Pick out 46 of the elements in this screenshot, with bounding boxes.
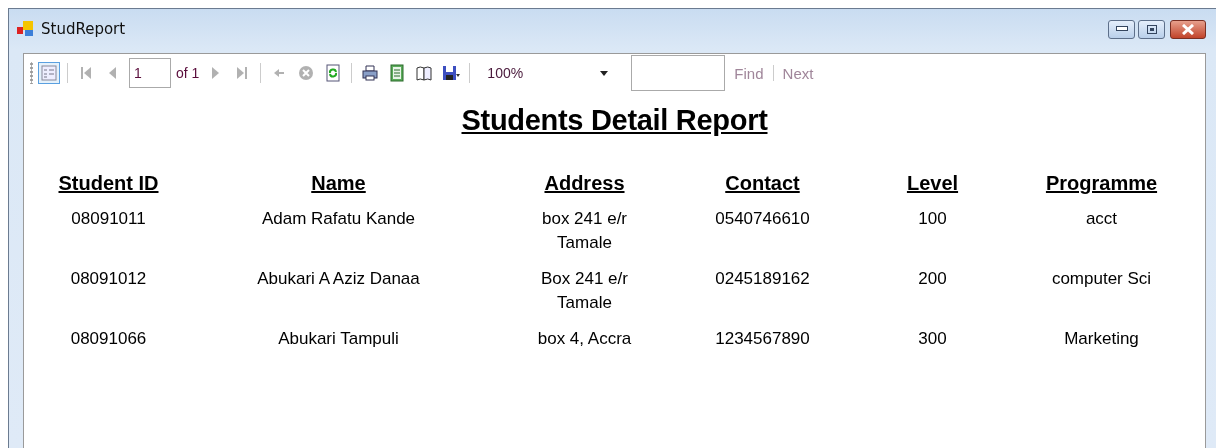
column-header: Student ID	[58, 171, 159, 196]
table-cell-text: Abukari Tampuli	[278, 328, 399, 350]
report-title: Students Detail Report	[461, 104, 768, 137]
table-cell-text: acct	[1085, 208, 1118, 230]
page-number-field[interactable]: 1	[129, 58, 171, 88]
save-disk-icon	[442, 64, 461, 82]
column-header: Programme	[1045, 171, 1158, 196]
table-cell-text: Adam Rafatu Kande	[261, 208, 416, 230]
caret-icon	[600, 70, 609, 76]
maximize-button[interactable]	[1138, 19, 1165, 39]
column-header: Name	[311, 171, 366, 196]
table-cell-text: computer Sci	[1051, 268, 1152, 290]
table-cell-text: 200	[918, 268, 947, 290]
table-cell-text: 300	[918, 328, 947, 350]
maximize-icon	[1146, 24, 1157, 34]
close-button[interactable]	[1170, 19, 1206, 39]
table-cell-text: 0540746610	[715, 208, 810, 230]
table-cell-text: Marketing	[1064, 328, 1139, 350]
app-icon	[17, 21, 35, 37]
close-icon	[1182, 23, 1194, 35]
table-cell-text: 08091066	[70, 328, 147, 350]
printer-icon	[361, 64, 380, 82]
find-field[interactable]	[631, 55, 726, 91]
table-cell-text: box 241 e/r Tamale	[540, 208, 629, 254]
minimize-button[interactable]	[1108, 19, 1135, 39]
page-layout-icon	[388, 64, 407, 82]
table-cell-text: 08091011	[71, 208, 146, 230]
column-header: Level	[906, 171, 959, 196]
table-cell-text: box 4, Accra	[537, 328, 632, 350]
zoom-dropdown[interactable]: 100%	[477, 61, 613, 85]
stop-icon	[297, 64, 316, 82]
table-cell-text: 0245189162	[715, 268, 810, 290]
refresh-icon	[324, 64, 343, 82]
minimize-icon	[1115, 26, 1128, 32]
table-cell-text: Box 241 e/r Tamale	[540, 268, 629, 314]
column-header: Address	[544, 171, 625, 196]
table-cell-text: Abukari A Aziz Danaa	[257, 268, 420, 290]
window-title: StudReport	[41, 20, 127, 38]
table-of-contents-button[interactable]	[38, 62, 60, 84]
table-cell-text: 100	[918, 208, 947, 230]
table-cell-text: 08091012	[70, 268, 147, 290]
page-count: of 1	[176, 65, 200, 81]
table-of-contents-icon	[40, 64, 58, 82]
open-book-icon	[415, 64, 434, 82]
table-cell-text: 1234567890	[715, 328, 810, 350]
column-header: Contact	[725, 171, 800, 196]
